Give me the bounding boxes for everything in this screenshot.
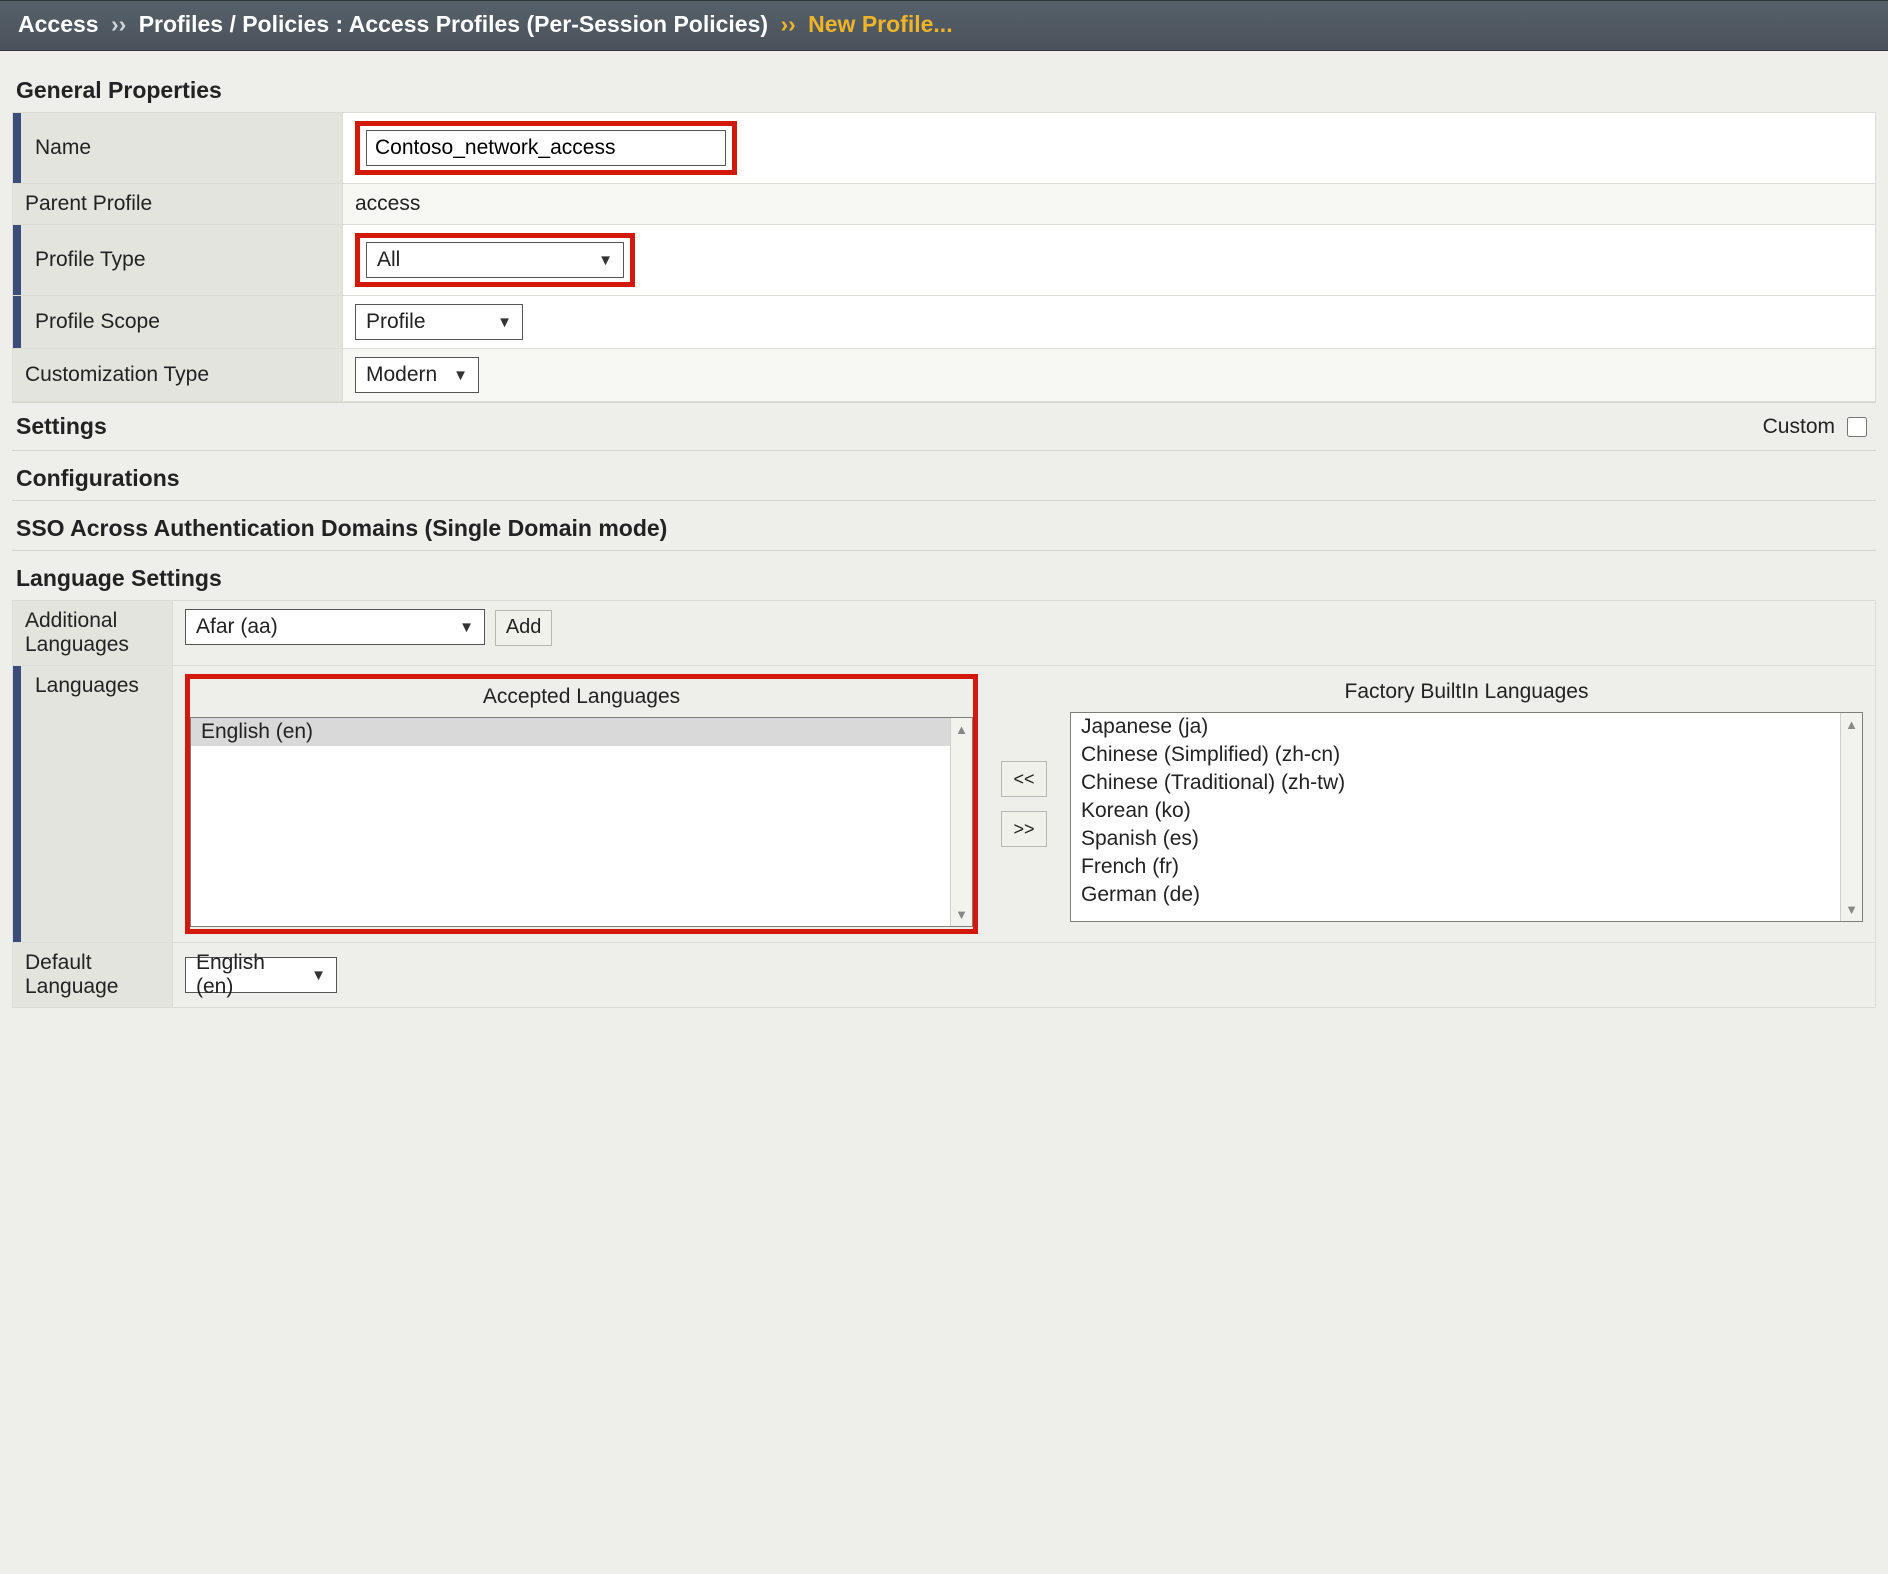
section-general-properties: General Properties [12, 63, 1876, 112]
label-additional-languages: Additional Languages [13, 601, 173, 666]
breadcrumb-mid[interactable]: Profiles / Policies : Access Profiles (P… [139, 11, 768, 37]
factory-language-item[interactable]: Korean (ko) [1071, 797, 1862, 825]
accepted-languages-listbox[interactable]: English (en) ▲ ▼ [190, 717, 973, 927]
chevron-down-icon: ▼ [453, 367, 468, 384]
section-settings: Settings [16, 413, 107, 440]
factory-languages-header: Factory BuiltIn Languages [1070, 674, 1863, 712]
profile-type-select[interactable]: All ▼ [366, 242, 624, 278]
breadcrumb-current: New Profile... [808, 11, 952, 37]
additional-languages-value: Afar (aa) [196, 615, 278, 639]
breadcrumb-sep-1: ›› [105, 11, 132, 37]
add-language-button[interactable]: Add [495, 610, 553, 646]
scroll-up-icon[interactable]: ▲ [955, 718, 968, 741]
customization-type-select[interactable]: Modern ▼ [355, 357, 479, 393]
profile-type-value: All [377, 248, 400, 272]
label-parent-profile: Parent Profile [13, 184, 343, 225]
label-languages: Languages [13, 666, 173, 943]
factory-language-item[interactable]: German (de) [1071, 881, 1862, 909]
label-customization-type: Customization Type [13, 349, 343, 402]
scroll-down-icon[interactable]: ▼ [955, 903, 968, 926]
factory-language-item[interactable]: Spanish (es) [1071, 825, 1862, 853]
customization-type-value: Modern [366, 363, 437, 387]
additional-languages-select[interactable]: Afar (aa) ▼ [185, 609, 485, 645]
breadcrumb: Access ›› Profiles / Policies : Access P… [0, 0, 1888, 51]
chevron-down-icon: ▼ [311, 967, 326, 984]
profile-scope-value: Profile [366, 310, 426, 334]
chevron-down-icon: ▼ [598, 252, 613, 269]
chevron-down-icon: ▼ [459, 619, 474, 636]
highlight-profile-type: All ▼ [355, 233, 635, 287]
custom-checkbox[interactable] [1847, 417, 1867, 437]
chevron-down-icon: ▼ [497, 314, 512, 331]
value-parent-profile: access [343, 184, 1876, 225]
scrollbar[interactable]: ▲ ▼ [950, 718, 972, 926]
factory-language-item[interactable]: Chinese (Traditional) (zh-tw) [1071, 769, 1862, 797]
factory-language-item[interactable]: Japanese (ja) [1071, 713, 1862, 741]
section-sso: SSO Across Authentication Domains (Singl… [12, 500, 1876, 550]
label-default-language: Default Language [13, 943, 173, 1008]
default-language-value: English (en) [196, 951, 297, 999]
breadcrumb-root[interactable]: Access [18, 11, 99, 37]
accepted-languages-header: Accepted Languages [190, 679, 973, 717]
move-left-button[interactable]: << [1001, 761, 1047, 797]
move-right-button[interactable]: >> [1001, 811, 1047, 847]
label-name: Name [13, 113, 343, 184]
default-language-select[interactable]: English (en) ▼ [185, 957, 337, 993]
factory-language-item[interactable]: French (fr) [1071, 853, 1862, 881]
highlight-accepted-languages: Accepted Languages English (en) ▲ ▼ [185, 674, 978, 934]
language-settings-table: Additional Languages Afar (aa) ▼ Add Lan… [12, 600, 1876, 1008]
breadcrumb-sep-2: ›› [774, 11, 801, 37]
factory-language-item[interactable]: Chinese (Simplified) (zh-cn) [1071, 741, 1862, 769]
section-language-settings: Language Settings [12, 550, 1876, 600]
profile-scope-select[interactable]: Profile ▼ [355, 304, 523, 340]
factory-languages-listbox[interactable]: Japanese (ja)Chinese (Simplified) (zh-cn… [1070, 712, 1863, 922]
highlight-name [355, 121, 737, 175]
label-profile-scope: Profile Scope [13, 296, 343, 349]
general-properties-table: Name Parent Profile access Profile Type … [12, 112, 1876, 402]
custom-label: Custom [1763, 415, 1835, 439]
scroll-up-icon[interactable]: ▲ [1845, 713, 1858, 736]
scrollbar[interactable]: ▲ ▼ [1840, 713, 1862, 921]
label-profile-type: Profile Type [13, 225, 343, 296]
name-input[interactable] [366, 130, 726, 166]
accepted-language-item[interactable]: English (en) [191, 718, 972, 746]
section-configurations: Configurations [12, 450, 1876, 500]
scroll-down-icon[interactable]: ▼ [1845, 898, 1858, 921]
